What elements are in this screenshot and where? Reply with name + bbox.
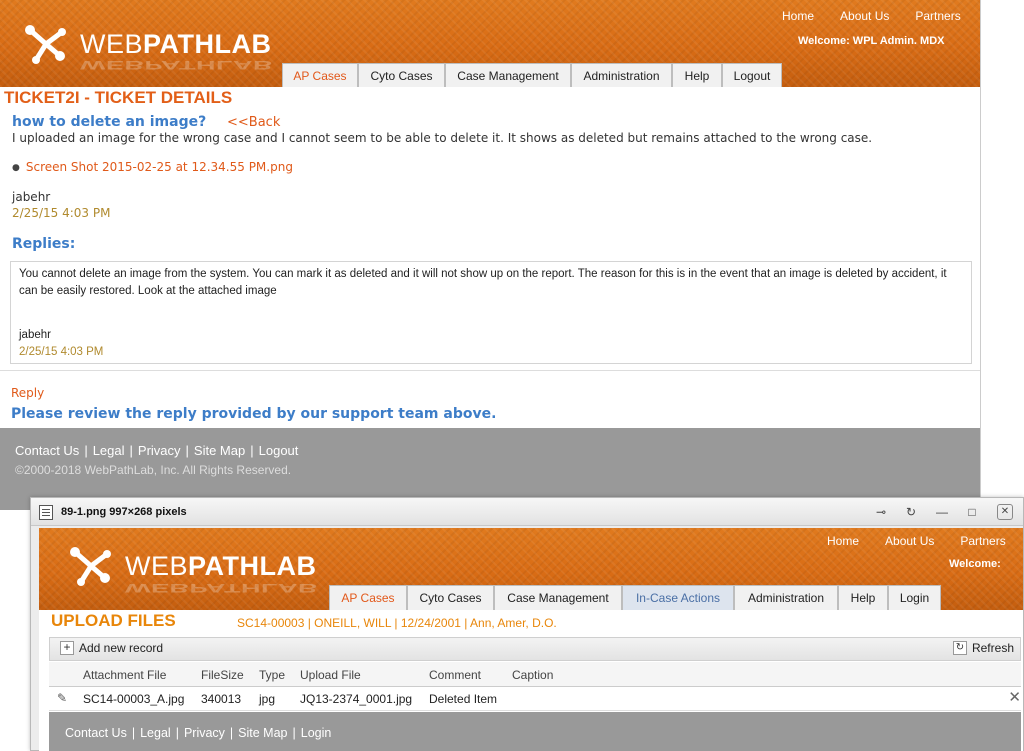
footer-legal-link[interactable]: Legal [140,726,171,740]
table-row: ✎ SC14-00003_A.jpg 340013 jpg JQ13-2374_… [49,687,1021,711]
ticket-description: I uploaded an image for the wrong case a… [12,131,873,145]
top-links: Home About Us Partners [801,534,1006,548]
home-link[interactable]: Home [827,534,859,548]
ticket-window: WEBPATHLAB WEBPATHLAB Home About Us Part… [0,0,981,510]
home-link[interactable]: Home [782,9,814,23]
brand-reflection: WEBPATHLAB [125,581,318,596]
footer-sitemap-link[interactable]: Site Map [238,726,287,740]
welcome-text: Welcome: [949,558,1001,570]
attachment-item: ● Screen Shot 2015-02-25 at 12.34.55 PM.p… [12,160,293,174]
col-filesize[interactable]: FileSize [201,668,244,682]
refresh-icon: ↻ [952,641,967,655]
partners-link[interactable]: Partners [915,9,960,23]
close-icon[interactable]: ✕ [997,504,1013,520]
footer-logout-link[interactable]: Logout [259,443,299,458]
top-links: Home About Us Partners [756,9,961,23]
reply-author: jabehr [19,329,51,341]
divider [0,370,980,371]
site-header: WEBPATHLAB WEBPATHLAB Home About Us Part… [0,0,980,87]
tab-administration[interactable]: Administration [571,63,672,87]
brand-name: WEBPATHLAB [125,550,317,581]
document-icon [39,505,53,520]
cell-type: jpg [259,692,276,706]
col-attachment-file[interactable]: Attachment File [83,668,166,682]
reply-card: You cannot delete an image from the syst… [10,261,972,364]
reply-text: You cannot delete an image from the syst… [19,268,947,297]
col-comment[interactable]: Comment [429,668,481,682]
tab-in-case-actions[interactable]: In-Case Actions [622,585,734,610]
footer-links: Contact Us | Legal | Privacy | Site Map | Logout [15,443,299,458]
cell-filesize: 340013 [201,692,242,706]
minimize-icon[interactable]: — [934,504,950,520]
main-tabs: AP Cases Cyto Cases Case Management In-C… [329,585,941,610]
tab-cyto-cases[interactable]: Cyto Cases [358,63,445,87]
tab-help[interactable]: Help [672,63,722,87]
brand-name: WEBPATHLAB [80,28,272,59]
ticket-timestamp: 2/25/15 4:03 PM [12,206,111,220]
grid-toolbar: + Add new record ↻ Refresh [49,637,1021,661]
molecule-icon [70,547,111,586]
tab-help[interactable]: Help [838,585,888,610]
welcome-text: Welcome: WPL Admin. MDX [798,35,945,47]
col-upload-file[interactable]: Upload File [300,668,361,682]
pin-icon[interactable]: ⊸ [873,504,889,520]
add-record-button[interactable]: + Add new record [60,641,163,655]
pencil-icon[interactable]: ✎ [57,691,67,705]
main-tabs: AP Cases Cyto Cases Case Management Admi… [282,63,782,87]
case-info: SC14-00003 | ONEILL, WILL | 12/24/2001 |… [237,616,557,630]
window-titlebar[interactable]: 89-1.png 997×268 pixels ⊸ ↻ — □ ✕ [31,498,1023,526]
footer-legal-link[interactable]: Legal [93,443,125,458]
about-link[interactable]: About Us [885,534,934,548]
refresh-icon[interactable]: ↻ [903,504,919,520]
col-caption[interactable]: Caption [512,668,553,682]
refresh-button[interactable]: ↻ Refresh [952,641,1014,655]
footer-privacy-link[interactable]: Privacy [138,443,181,458]
partners-link[interactable]: Partners [960,534,1005,548]
screen: WEBPATHLAB WEBPATHLAB Home About Us Part… [0,0,1024,751]
plus-icon: + [60,641,74,655]
footer-sitemap-link[interactable]: Site Map [194,443,245,458]
cell-upload-file: JQ13-2374_0001.jpg [300,692,413,706]
molecule-icon [25,25,66,64]
footer-login-link[interactable]: Login [301,726,332,740]
cell-comment: Deleted Item [429,692,498,706]
footer-contact-link[interactable]: Contact Us [15,443,79,458]
col-type[interactable]: Type [259,668,285,682]
footer-links: Contact Us | Legal | Privacy | Site Map | Login [65,726,332,740]
footer-privacy-link[interactable]: Privacy [184,726,225,740]
bullet-icon: ● [12,162,20,173]
delete-icon[interactable]: ✕ [1008,688,1021,706]
back-link[interactable]: <<Back [227,115,280,130]
site-header: WEBPATHLAB WEBPATHLAB Home About Us Part… [39,528,1023,610]
window-title: 89-1.png 997×268 pixels [61,506,187,518]
support-notice: Please review the reply provided by our … [11,406,497,422]
tab-ap-cases[interactable]: AP Cases [282,63,358,87]
refresh-label: Refresh [971,641,1014,655]
footer-contact-link[interactable]: Contact Us [65,726,127,740]
upload-files-heading: UPLOAD FILES [51,611,176,630]
ticket-subject: how to delete an image? [12,114,207,130]
add-record-label: Add new record [79,641,164,655]
tab-logout[interactable]: Logout [722,63,782,87]
copyright: ©2000-2018 WebPathLab, Inc. All Rights R… [15,463,292,477]
reply-link[interactable]: Reply [11,386,44,400]
tab-case-management[interactable]: Case Management [494,585,622,610]
tab-ap-cases[interactable]: AP Cases [329,585,407,610]
attachment-link[interactable]: Screen Shot 2015-02-25 at 12.34.55 PM.pn… [26,160,293,174]
about-link[interactable]: About Us [840,9,889,23]
tab-case-management[interactable]: Case Management [445,63,571,87]
reply-timestamp: 2/25/15 4:03 PM [19,346,104,358]
replies-heading: Replies: [12,236,76,252]
ticket-author: jabehr [12,190,51,204]
tab-login[interactable]: Login [888,585,941,610]
page-title: TICKET2I - TICKET DETAILS [4,88,233,107]
site-footer: Contact Us | Legal | Privacy | Site Map | Login [49,712,1021,751]
image-viewer-window: 89-1.png 997×268 pixels ⊸ ↻ — □ ✕ WEBPAT… [30,497,1024,751]
tab-administration[interactable]: Administration [734,585,838,610]
tab-cyto-cases[interactable]: Cyto Cases [407,585,494,610]
grid-header: Attachment File FileSize Type Upload Fil… [49,662,1021,687]
brand-reflection: WEBPATHLAB [80,58,273,73]
cell-attachment-file: SC14-00003_A.jpg [83,692,185,706]
maximize-icon[interactable]: □ [964,504,980,520]
